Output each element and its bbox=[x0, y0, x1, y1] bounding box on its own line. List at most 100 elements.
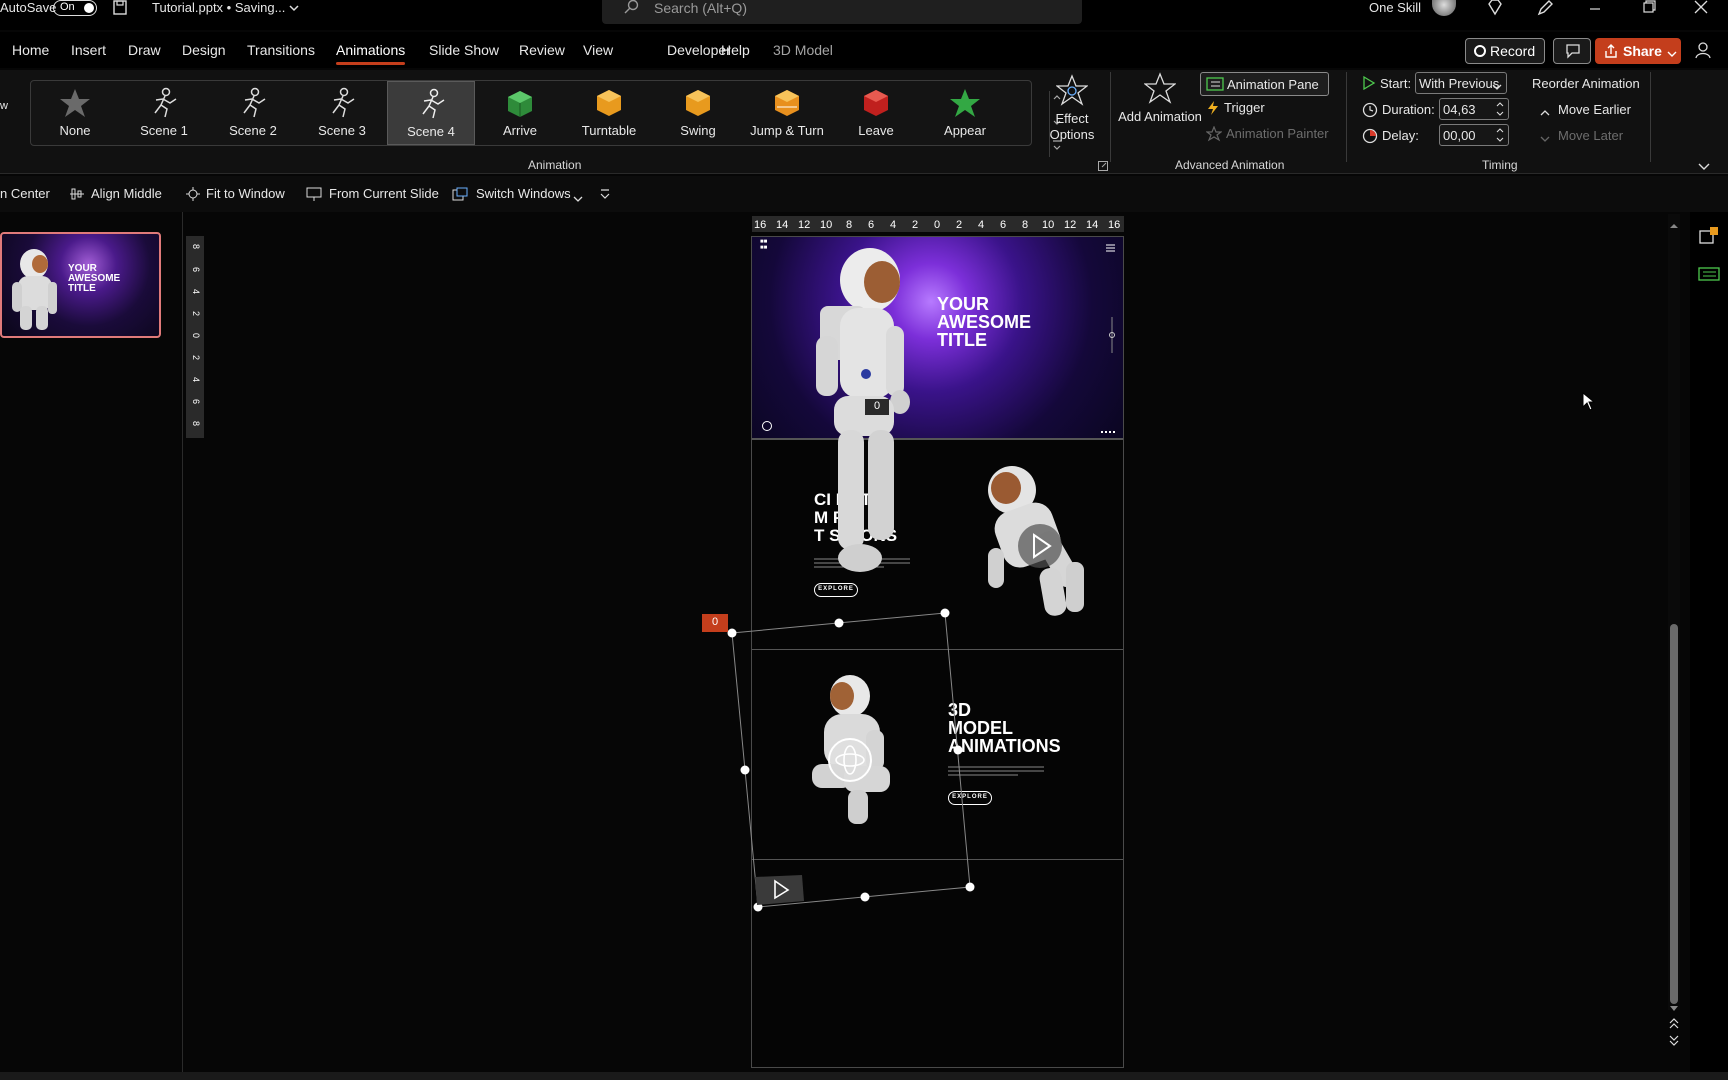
duration-input[interactable]: 04,63 bbox=[1439, 98, 1509, 120]
tab-transitions[interactable]: Transitions bbox=[247, 42, 315, 58]
animation-order-badge[interactable]: 0 bbox=[865, 399, 889, 415]
effect-options-button[interactable]: Effect Options bbox=[1042, 74, 1102, 144]
chevron-down-icon[interactable] bbox=[288, 1, 300, 19]
tab-help[interactable]: Help bbox=[721, 42, 750, 58]
animation-appear[interactable]: Appear bbox=[921, 81, 1009, 145]
tab-animations[interactable]: Animations bbox=[336, 42, 406, 65]
delay-clock-icon bbox=[1362, 128, 1378, 149]
record-button[interactable]: Record bbox=[1465, 38, 1545, 64]
file-title[interactable]: Tutorial.pptx • Saving... bbox=[152, 0, 285, 15]
animation-none[interactable]: None bbox=[31, 81, 119, 145]
avatar[interactable] bbox=[1432, 0, 1456, 16]
align-middle-button[interactable]: Align Middle bbox=[91, 186, 162, 201]
vertical-scrollbar[interactable] bbox=[1668, 214, 1680, 1010]
tab-design[interactable]: Design bbox=[182, 42, 226, 58]
ribbon-separator bbox=[1110, 72, 1111, 162]
play-triangle-icon bbox=[1362, 75, 1376, 95]
user-name[interactable]: One Skill bbox=[1369, 0, 1421, 15]
astronaut-thumbnail-image bbox=[12, 249, 57, 330]
diamond-icon[interactable] bbox=[1486, 0, 1504, 21]
switch-windows-button[interactable]: Switch Windows bbox=[476, 186, 571, 201]
resize-handle[interactable] bbox=[940, 608, 950, 618]
ruler-tick: 6 bbox=[191, 399, 201, 404]
previous-slide-icon[interactable] bbox=[1669, 1016, 1679, 1034]
animation-swing[interactable]: Swing bbox=[654, 81, 742, 145]
from-current-slide-button[interactable]: From Current Slide bbox=[329, 186, 439, 201]
animation-label: Scene 4 bbox=[407, 124, 455, 139]
resize-handle[interactable] bbox=[834, 618, 844, 628]
trigger-button[interactable]: Trigger bbox=[1224, 100, 1265, 115]
autosave-toggle[interactable]: On bbox=[53, 0, 97, 16]
delay-input[interactable]: 00,00 bbox=[1439, 124, 1509, 146]
scroll-up-icon[interactable] bbox=[1670, 216, 1678, 234]
resize-handle[interactable] bbox=[965, 882, 975, 892]
share-button[interactable]: Share bbox=[1595, 38, 1681, 64]
tab-review[interactable]: Review bbox=[519, 42, 565, 58]
slide-thumbnail[interactable]: YOUR AWESOME TITLE bbox=[0, 232, 161, 338]
animation-label: Turntable bbox=[581, 123, 637, 138]
animation-scene-3[interactable]: Scene 3 bbox=[298, 81, 386, 145]
animation-group-label: Animation bbox=[528, 158, 582, 172]
animation-jump-turn[interactable]: Jump & Turn bbox=[743, 81, 831, 145]
comments-button[interactable] bbox=[1553, 38, 1591, 64]
add-animation-button[interactable]: Add Animation bbox=[1118, 72, 1202, 152]
animation-arrive[interactable]: Arrive bbox=[476, 81, 564, 145]
clock-icon bbox=[1362, 102, 1378, 123]
play-video-button[interactable] bbox=[1018, 524, 1062, 568]
tab-slide-show[interactable]: Slide Show bbox=[429, 42, 499, 58]
cube-leave-icon bbox=[860, 87, 892, 119]
animation-painter-button[interactable]: Animation Painter bbox=[1226, 126, 1329, 141]
coauthor-icon[interactable] bbox=[1694, 40, 1716, 65]
slideshow-icon bbox=[306, 187, 322, 206]
animation-scene-4[interactable]: Scene 4 bbox=[387, 81, 475, 145]
animation-pane-icon[interactable] bbox=[1698, 266, 1720, 287]
astronaut-3d-model[interactable] bbox=[790, 246, 950, 586]
spinner-arrows-icon[interactable] bbox=[1496, 127, 1504, 146]
resize-handle[interactable] bbox=[953, 745, 963, 755]
animation-leave[interactable]: Leave bbox=[832, 81, 920, 145]
align-center-button[interactable]: n Center bbox=[0, 186, 50, 201]
restore-icon[interactable] bbox=[1642, 0, 1656, 19]
animation-pane-button[interactable]: Animation Pane bbox=[1200, 72, 1329, 96]
chevron-down-icon[interactable] bbox=[573, 191, 583, 209]
save-icon[interactable] bbox=[112, 0, 130, 21]
tab-3d-model[interactable]: 3D Model bbox=[773, 42, 833, 58]
pen-icon[interactable] bbox=[1536, 0, 1554, 21]
runner-icon bbox=[416, 88, 448, 120]
close-icon[interactable] bbox=[1694, 0, 1708, 19]
format-shape-icon[interactable] bbox=[1698, 226, 1720, 251]
customize-toolbar-icon[interactable] bbox=[600, 187, 610, 205]
lightning-icon bbox=[1206, 100, 1220, 121]
tab-insert[interactable]: Insert bbox=[71, 42, 106, 58]
move-earlier-button[interactable]: Move Earlier bbox=[1558, 102, 1631, 117]
cube-turntable-icon bbox=[593, 87, 625, 119]
animation-scene-1[interactable]: Scene 1 bbox=[120, 81, 208, 145]
tab-home[interactable]: Home bbox=[12, 42, 49, 58]
horizontal-ruler: 16 14 12 10 8 6 4 2 0 2 4 6 8 10 12 14 1… bbox=[752, 216, 1124, 232]
scrollbar-thumb[interactable] bbox=[1670, 624, 1678, 1004]
start-dropdown[interactable]: With Previous bbox=[1415, 72, 1507, 94]
dialog-launcher-icon[interactable] bbox=[1098, 158, 1108, 176]
align-middle-icon bbox=[70, 187, 84, 206]
animation-scene-2[interactable]: Scene 2 bbox=[209, 81, 297, 145]
runner-icon bbox=[326, 87, 358, 119]
animation-turntable[interactable]: Turntable bbox=[565, 81, 653, 145]
resize-handle[interactable] bbox=[727, 628, 737, 638]
next-slide-icon[interactable] bbox=[1669, 1034, 1679, 1052]
minimize-icon[interactable] bbox=[1588, 0, 1602, 18]
fit-to-window-button[interactable]: Fit to Window bbox=[206, 186, 285, 201]
ruler-tick: 6 bbox=[191, 267, 201, 272]
title-bar: AutoSave On Tutorial.pptx • Saving... Se… bbox=[0, 0, 1728, 30]
record-label: Record bbox=[1490, 43, 1536, 59]
resize-handle[interactable] bbox=[740, 765, 750, 775]
add-animation-label: Add Animation bbox=[1118, 109, 1202, 124]
spinner-arrows-icon[interactable] bbox=[1496, 101, 1504, 120]
tab-view[interactable]: View bbox=[583, 42, 613, 58]
animation-order-badge-selected[interactable]: 0 bbox=[702, 614, 728, 632]
collapse-ribbon-icon[interactable] bbox=[1698, 158, 1710, 176]
tab-draw[interactable]: Draw bbox=[128, 42, 161, 58]
resize-handle[interactable] bbox=[860, 892, 870, 902]
hero-title: YOUR AWESOME TITLE bbox=[937, 294, 1032, 350]
search-box[interactable]: Search (Alt+Q) bbox=[602, 0, 1082, 24]
move-later-button[interactable]: Move Later bbox=[1558, 128, 1623, 143]
